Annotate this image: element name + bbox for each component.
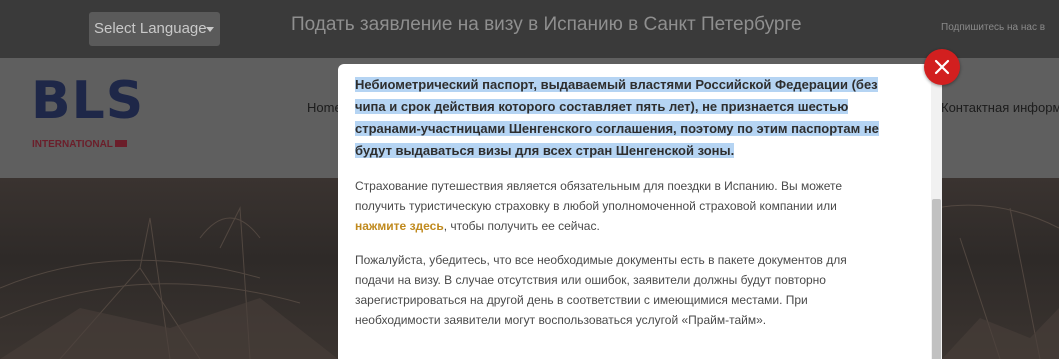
language-select[interactable]: Select Language [89,12,220,46]
logo-subtitle: INTERNATIONAL [32,139,127,150]
insurance-paragraph: Страхование путешествия является обязате… [355,179,843,233]
insurance-link[interactable]: нажмите здесь [355,219,444,233]
bls-logo[interactable]: BLS INTERNATIONAL [31,71,151,150]
nav-item-contact[interactable]: Контактная информ [941,100,1059,115]
flag-icon [114,140,127,147]
documents-paragraph: Пожалуйста, убедитесь, что все необходим… [355,253,847,327]
notice-modal: Небиометрический паспорт, выдаваемый вла… [338,64,942,359]
subscribe-text[interactable]: Подпишитесь на нас в [941,22,1045,33]
nav-item-home[interactable]: Home [307,100,342,115]
modal-scrollbar-thumb[interactable] [932,199,941,359]
modal-body: Небиометрический паспорт, выдаваемый вла… [355,74,915,330]
page-title: Подать заявление на визу в Испанию в Сан… [291,14,802,35]
close-icon [934,59,950,75]
logo-wordmark: BLS [31,71,145,131]
language-select-label: Select Language [94,20,207,37]
passport-notice: Небиометрический паспорт, выдаваемый вла… [355,77,879,158]
caret-down-icon [206,27,214,32]
top-bar: Select Language Подать заявление на визу… [0,0,1059,58]
close-button[interactable] [924,49,960,85]
